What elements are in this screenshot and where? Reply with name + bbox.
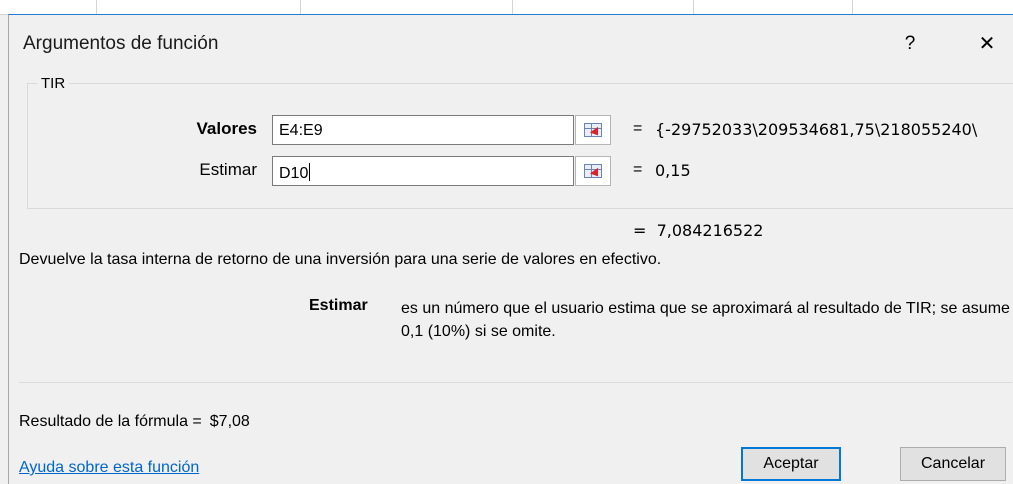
formula-result-label: Resultado de la fórmula = — [19, 413, 202, 430]
param-name: Estimar — [309, 297, 368, 314]
function-description: Devuelve la tasa interna de retorno de u… — [19, 251, 662, 268]
param-description: es un número que el usuario estima que s… — [401, 300, 1010, 340]
estimar-input-text: D10 — [279, 165, 309, 182]
text-caret — [309, 163, 311, 181]
column-gridline — [96, 0, 97, 14]
cancel-button[interactable]: Cancelar — [900, 447, 1006, 481]
formula-result-value: $7,08 — [209, 413, 250, 430]
estimar-evaluated-value: 0,15 — [655, 161, 691, 180]
spreadsheet-background — [0, 0, 1013, 15]
valores-input-text: E4:E9 — [279, 122, 323, 139]
function-result: = 7,084216522 — [633, 221, 763, 240]
valores-evaluated-value: {-29752033\209534681,75\218055240\ — [655, 120, 978, 139]
column-gridline — [512, 0, 513, 14]
equals-sign: = — [633, 161, 643, 178]
arg-label-estimar: Estimar — [199, 160, 257, 179]
arg-label-valores: Valores — [196, 119, 258, 138]
equals-sign: = — [633, 221, 647, 240]
column-gridline — [852, 0, 853, 14]
estimar-range-button[interactable] — [575, 156, 611, 186]
divider — [19, 382, 1012, 383]
estimar-input[interactable]: D10 — [272, 156, 574, 186]
close-icon[interactable]: ✕ — [969, 29, 1005, 59]
valores-input[interactable]: E4:E9 — [272, 115, 574, 145]
dialog-title: Argumentos de función — [23, 33, 219, 54]
function-help-link[interactable]: Ayuda sobre esta función — [19, 459, 199, 477]
column-gridline — [300, 0, 301, 14]
column-gridline — [693, 0, 694, 14]
valores-range-button[interactable] — [575, 115, 611, 145]
function-result-value: 7,084216522 — [656, 221, 764, 240]
formula-result: Resultado de la fórmula = $7,08 — [19, 413, 250, 431]
help-icon[interactable]: ? — [895, 29, 925, 59]
function-name: TIR — [37, 75, 70, 92]
equals-sign: = — [633, 120, 643, 137]
arguments-group — [27, 83, 1013, 209]
accept-button[interactable]: Aceptar — [741, 447, 841, 481]
function-arguments-dialog: Argumentos de función ? ✕ TIR Valores E4… — [8, 14, 1013, 484]
